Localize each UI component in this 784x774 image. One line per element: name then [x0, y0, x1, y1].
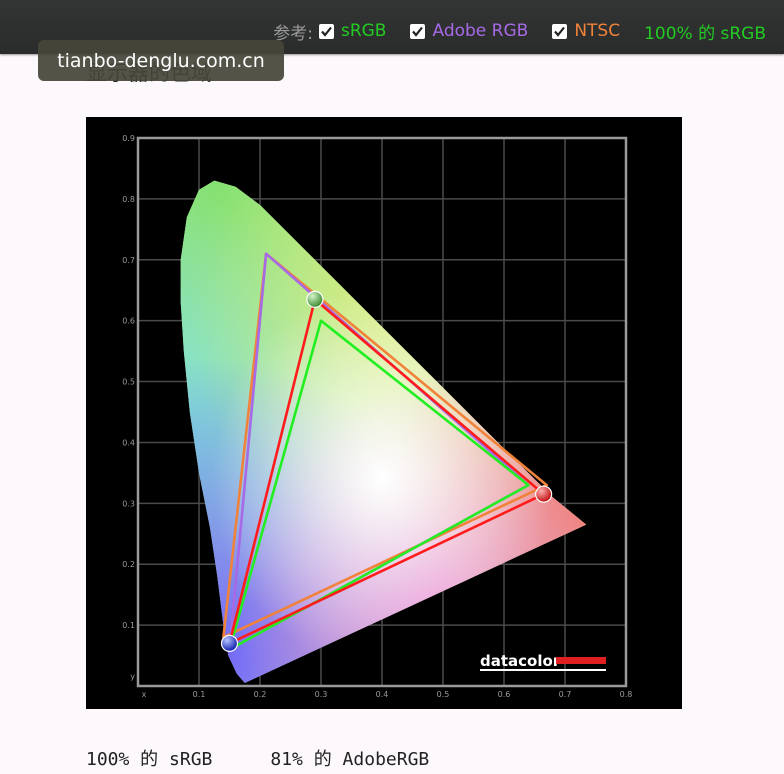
y-tick-label: 0.8	[122, 195, 135, 204]
green-primary-marker	[306, 290, 324, 308]
x-axis-label: x	[142, 690, 147, 699]
logo-underline	[480, 669, 606, 671]
x-tick-label: 0.3	[315, 690, 328, 699]
y-axis-label: y	[130, 672, 135, 681]
x-tick-label: 0.8	[620, 690, 633, 699]
x-tick-label: 0.2	[254, 690, 267, 699]
watermark-badge: tianbo-denglu.com.cn	[38, 40, 284, 81]
adobe-rgb-checkbox[interactable]	[410, 23, 426, 39]
x-tick-label: 0.4	[376, 690, 389, 699]
adobe-rgb-coverage-caption: 81% 的 AdobeRGB	[270, 749, 430, 770]
x-tick-label: 0.1	[193, 690, 206, 699]
y-tick-label: 0.6	[122, 317, 135, 326]
gamut-chart: 0.1 0.2 0.3 0.4 0.5 0.6 0.7 0.8 0.1 0.2 0.3 0.4 0.5 0…	[86, 117, 682, 709]
y-tick-label: 0.7	[122, 256, 135, 265]
coverage-caption: 100% 的 sRGB 81% 的 AdobeRGB	[86, 745, 487, 771]
srgb-checkbox[interactable]	[318, 23, 334, 39]
ntsc-checkbox[interactable]	[552, 23, 568, 39]
srgb-toggle[interactable]: sRGB	[318, 21, 387, 41]
logo-text: datacolor	[480, 652, 561, 670]
x-tick-label: 0.6	[498, 690, 511, 699]
coverage-indicator: 100% 的 sRGB	[644, 19, 766, 44]
check-icon	[412, 26, 424, 37]
ntsc-toggle[interactable]: NTSC	[552, 21, 620, 41]
y-tick-label: 0.3	[122, 499, 135, 508]
y-tick-label: 0.4	[122, 438, 135, 447]
y-tick-label: 0.1	[122, 621, 135, 630]
blue-primary-marker	[220, 634, 239, 652]
adobe-rgb-label: Adobe RGB	[432, 21, 529, 41]
red-primary-marker	[535, 485, 553, 503]
y-tick-label: 0.9	[122, 134, 135, 143]
check-icon	[321, 26, 332, 37]
gamut-chart-svg: 0.1 0.2 0.3 0.4 0.5 0.6 0.7 0.8 0.1 0.2 0.3 0.4 0.5 0…	[122, 134, 633, 699]
y-tick-label: 0.2	[122, 560, 135, 569]
adobe-rgb-toggle[interactable]: Adobe RGB	[410, 21, 528, 41]
x-tick-label: 0.5	[437, 690, 450, 699]
srgb-label: sRGB	[340, 21, 387, 41]
y-tick-label: 0.5	[122, 378, 135, 387]
x-tick-label: 0.7	[559, 690, 572, 699]
reference-legend: 参考: sRGB Adobe RGB NTSC 100% 的 sRGB	[273, 17, 766, 45]
check-icon	[554, 26, 566, 37]
datacolor-logo: datacolor	[480, 652, 606, 671]
coverage-text: 100% 的 sRGB	[644, 23, 766, 44]
logo-bar	[556, 657, 606, 664]
ntsc-label: NTSC	[574, 21, 621, 41]
srgb-coverage-caption: 100% 的 sRGB	[86, 749, 213, 770]
